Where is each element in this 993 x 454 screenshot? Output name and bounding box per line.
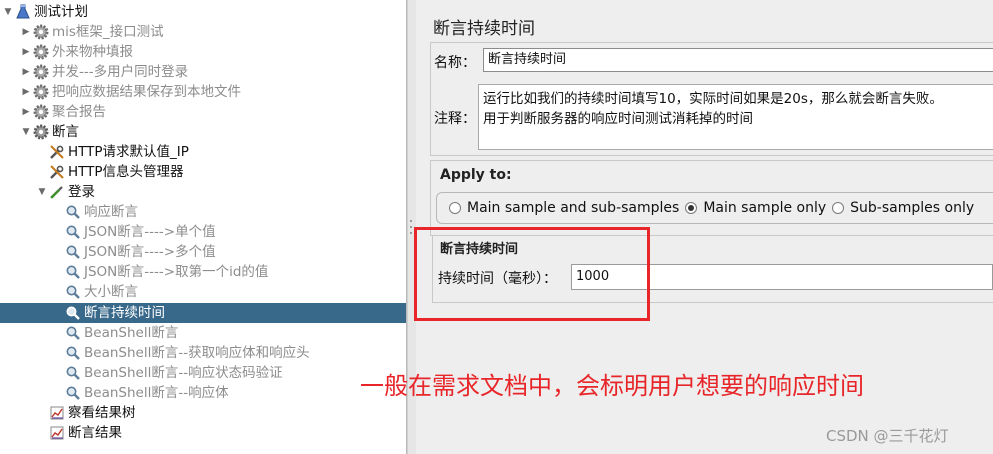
flask-icon [14, 3, 32, 21]
tree-node-label: 登录 [68, 184, 95, 200]
tree-node-label: 外来物种填报 [52, 44, 133, 60]
tree-node-assertion[interactable]: JSON断言---->取第一个id的值 [64, 262, 268, 282]
apply-to-radio-group: Main sample and sub-samples Main sample … [436, 192, 993, 224]
tree-node-thread-group[interactable]: ▶ mis框架_接口测试 [20, 22, 164, 42]
collapse-toggle-icon[interactable]: ▶ [20, 22, 32, 42]
tree-node-test-plan[interactable]: ▼ 测试计划 [2, 2, 88, 22]
wrench-icon [48, 143, 66, 161]
wrench-icon [48, 163, 66, 181]
tree-node-label: 把响应数据结果保存到本地文件 [52, 84, 241, 100]
tree-node-assertion[interactable]: JSON断言---->多个值 [64, 242, 216, 262]
tree-node-assertion[interactable]: BeanShell断言--响应状态码验证 [64, 363, 283, 383]
magnifier-icon [64, 243, 82, 261]
tree-node-label: BeanShell断言 [84, 325, 179, 341]
tree-node-label: BeanShell断言--响应体 [84, 385, 229, 401]
gear-icon [32, 123, 50, 141]
name-label: 名称： [434, 55, 476, 71]
apply-to-title: Apply to: [440, 167, 512, 183]
magnifier-icon [64, 283, 82, 301]
tree-node-label: JSON断言---->多个值 [84, 244, 216, 260]
magnifier-icon [64, 263, 82, 281]
collapse-toggle-icon[interactable]: ▶ [20, 42, 32, 62]
gear-icon [32, 103, 50, 121]
radio-main-and-sub-samples[interactable]: Main sample and sub-samples [449, 200, 679, 216]
tree-node-thread-group[interactable]: ▶ 并发---多用户同时登录 [20, 62, 189, 82]
gear-icon [32, 23, 50, 41]
tree-node-thread-group[interactable]: ▶ 外来物种填报 [20, 42, 133, 62]
pipette-icon [48, 183, 66, 201]
radio-label: Sub-samples only [850, 200, 975, 216]
tree-node-label: JSON断言---->取第一个id的值 [84, 264, 269, 280]
tree-node-assertion[interactable]: BeanShell断言--响应体 [64, 383, 229, 403]
radio-main-sample-only[interactable]: Main sample only [685, 200, 826, 216]
tree-node-label: 断言 [52, 124, 79, 140]
chart-icon [48, 404, 66, 422]
page-title: 断言持续时间 [433, 19, 535, 39]
tree-node-label: 测试计划 [34, 4, 88, 20]
tree-node-label: 响应断言 [84, 204, 138, 220]
tree-node-thread-group[interactable]: ▼ 断言 [20, 122, 79, 142]
tree-node-thread-group[interactable]: ▶ 把响应数据结果保存到本地文件 [20, 82, 241, 102]
radio-checked-icon[interactable] [685, 202, 698, 214]
tree-node-label: 察看结果树 [68, 405, 136, 421]
gear-icon [32, 83, 50, 101]
radio-unchecked-icon[interactable] [449, 202, 461, 214]
magnifier-icon [64, 223, 82, 241]
tree-node-assertion[interactable]: 响应断言 [64, 202, 138, 222]
comment-field[interactable]: 运行比如我们的持续时间填写10，实际时间如果是20s，那么就会断言失败。 用于判… [478, 84, 993, 150]
tree-node-label: 断言持续时间 [84, 305, 165, 321]
expand-toggle-icon[interactable]: ▼ [2, 2, 14, 22]
tree-node-label: HTTP信息头管理器 [68, 164, 184, 180]
tree-node-thread-group[interactable]: ▶ 聚合报告 [20, 102, 106, 122]
annotation-highlight-box [414, 227, 650, 321]
chart-icon [48, 424, 66, 442]
comment-line: 运行比如我们的持续时间填写10，实际时间如果是20s，那么就会断言失败。 [483, 91, 943, 107]
tree-node-sampler[interactable]: ▼ 登录 [36, 182, 95, 202]
collapse-toggle-icon[interactable]: ▶ [20, 62, 32, 82]
expand-toggle-icon[interactable]: ▼ [36, 182, 48, 202]
expand-toggle-icon[interactable]: ▼ [20, 122, 32, 142]
watermark: CSDN @三千花灯 [826, 427, 949, 445]
collapse-toggle-icon[interactable]: ▶ [20, 82, 32, 102]
collapse-toggle-icon[interactable]: ▶ [20, 102, 32, 122]
comment-label: 注释： [434, 111, 476, 127]
tree-node-assertion[interactable]: BeanShell断言--获取响应体和响应头 [64, 343, 310, 363]
tree-node-label: 大小断言 [84, 284, 138, 300]
radio-unchecked-icon[interactable] [832, 202, 845, 214]
tree-node-label: 断言结果 [68, 425, 122, 441]
name-field[interactable]: 断言持续时间 [483, 48, 993, 72]
radio-sub-samples-only[interactable]: Sub-samples only [832, 200, 974, 216]
tree-node-assertion[interactable]: BeanShell断言 [64, 323, 178, 343]
tree-node-label: 并发---多用户同时登录 [52, 64, 189, 80]
gear-icon [32, 43, 50, 61]
magnifier-icon [64, 344, 82, 362]
tree-node-listener[interactable]: 察看结果树 [48, 403, 136, 423]
magnifier-icon [64, 364, 82, 382]
tree-node-label: BeanShell断言--响应状态码验证 [84, 365, 283, 381]
magnifier-icon [64, 304, 82, 322]
gear-icon [32, 63, 50, 81]
tree-node-label: 聚合报告 [52, 104, 106, 120]
tree-node-label: JSON断言---->单个值 [84, 224, 216, 240]
annotation-text: 一般在需求文档中，会标明用户想要的响应时间 [360, 372, 864, 400]
magnifier-icon [64, 384, 82, 402]
tree-node-label: mis框架_接口测试 [52, 24, 164, 40]
tree-node-config-element[interactable]: HTTP信息头管理器 [48, 162, 184, 182]
test-plan-tree[interactable]: ▼ 测试计划 ▶ mis框架_接口测试 ▶ 外来物种填报 ▶ 并发---多用户同… [0, 0, 407, 454]
tree-node-label: BeanShell断言--获取响应体和响应头 [84, 345, 310, 361]
tree-node-assertion[interactable]: JSON断言---->单个值 [64, 222, 216, 242]
tree-node-label: HTTP请求默认值_IP [68, 144, 189, 160]
selection-highlight [0, 303, 406, 323]
comment-line: 用于判断服务器的响应时间测试消耗掉的时间 [483, 111, 753, 127]
tree-node-config-element[interactable]: HTTP请求默认值_IP [48, 142, 189, 162]
tree-node-assertion[interactable]: 大小断言 [64, 282, 138, 302]
tree-node-assertion-selected[interactable]: 断言持续时间 [64, 303, 165, 323]
magnifier-icon [64, 203, 82, 221]
tree-node-listener[interactable]: 断言结果 [48, 423, 122, 443]
radio-label: Main sample only [703, 200, 827, 216]
magnifier-icon [64, 324, 82, 342]
radio-label: Main sample and sub-samples [467, 200, 680, 216]
